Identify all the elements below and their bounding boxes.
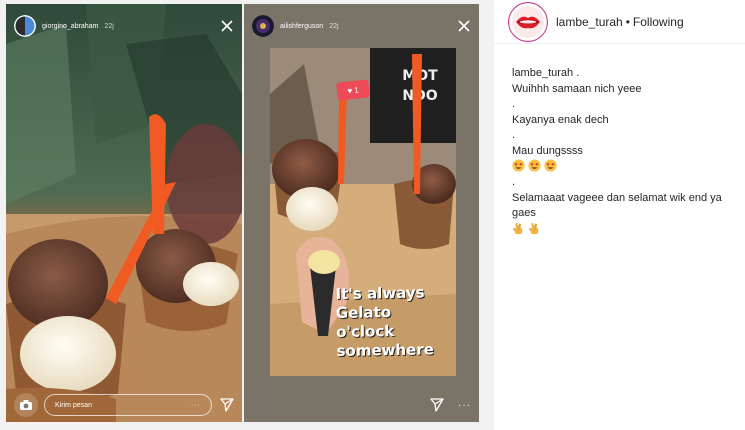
profile-avatar[interactable]	[508, 1, 548, 42]
story-header-left: giorgino_abraham 22j	[6, 4, 242, 48]
following-button[interactable]: Following	[633, 15, 684, 29]
post-side-panel: lambe_turah • Following lambe_turah . Wu…	[494, 0, 745, 430]
story-screenshot-left: giorgino_abraham 22j Kirim pesan ···	[6, 4, 242, 422]
send-icon[interactable]	[430, 398, 444, 412]
story-header-right: ailishferguson 22j	[244, 4, 479, 48]
reply-message-input[interactable]: Kirim pesan ···	[44, 394, 212, 416]
caption-username[interactable]: lambe_turah	[512, 67, 573, 79]
caption-line: gaes	[512, 207, 536, 219]
caption-line: Mau dungssss	[512, 144, 583, 157]
more-options-icon[interactable]: ···	[191, 402, 201, 409]
story-footer-left: Kirim pesan ···	[6, 388, 242, 422]
like-sticker-count: 1	[353, 84, 360, 95]
camera-icon	[20, 400, 32, 410]
caption-line: .	[512, 98, 516, 110]
like-sticker: ♥ 1	[336, 79, 370, 101]
caption-first-suffix: .	[573, 67, 580, 79]
overlay-line-1: It's always	[335, 283, 425, 304]
star-struck-emoji-icon	[512, 159, 525, 172]
story-screenshot-right: MOT NDO ♥ 1 It's always Gelato o'cloc	[244, 4, 479, 422]
heart-icon: ♥	[346, 85, 353, 96]
post-image: giorgino_abraham 22j Kirim pesan ··· ♥ 1…	[0, 0, 494, 430]
story-overlay-text: It's always Gelato o'clock somewhere	[335, 283, 456, 361]
star-struck-emoji-icon	[528, 159, 541, 172]
caption-line: .	[512, 129, 516, 141]
story-time-left: 22j	[104, 22, 114, 30]
story-avatar-left[interactable]	[14, 15, 36, 37]
story-photo-left	[6, 4, 242, 422]
post-header: lambe_turah • Following	[494, 0, 745, 44]
overlay-line-3: o'clock	[336, 322, 395, 342]
caption-line: Selamaaat vageee dan selamat wik end ya	[512, 191, 722, 204]
star-struck-emoji-icon	[544, 159, 557, 172]
camera-button[interactable]	[14, 393, 38, 417]
more-options-icon[interactable]: ···	[458, 400, 471, 411]
caption-first-line: lambe_turah .	[512, 66, 729, 82]
fingers-crossed-emoji-icon	[513, 222, 523, 234]
caption-line: Kayanya enak dech	[512, 113, 609, 126]
caption-emoji-row	[512, 222, 729, 238]
overlay-line-4: somewhere	[336, 340, 434, 361]
close-icon[interactable]	[220, 19, 234, 33]
close-icon[interactable]	[457, 19, 471, 33]
header-separator: •	[625, 14, 630, 29]
post-caption: lambe_turah . Wuihhh samaan nich yeee . …	[494, 44, 745, 238]
story-username-right[interactable]: ailishferguson	[280, 23, 323, 30]
fingers-crossed-emoji-icon	[529, 222, 539, 234]
overlay-line-2: Gelato	[335, 303, 392, 323]
story-footer-right: ···	[244, 388, 479, 422]
caption-line: Wuihhh samaan nich yeee	[512, 82, 642, 95]
reply-placeholder: Kirim pesan	[55, 401, 92, 409]
send-icon[interactable]	[220, 398, 234, 412]
caption-line: .	[512, 176, 516, 188]
caption-emoji-row	[512, 159, 729, 175]
story-username-left[interactable]: giorgino_abraham	[42, 23, 98, 30]
story-avatar-right[interactable]	[252, 15, 274, 37]
story-time-right: 22j	[329, 22, 339, 30]
post-username[interactable]: lambe_turah	[556, 15, 623, 29]
